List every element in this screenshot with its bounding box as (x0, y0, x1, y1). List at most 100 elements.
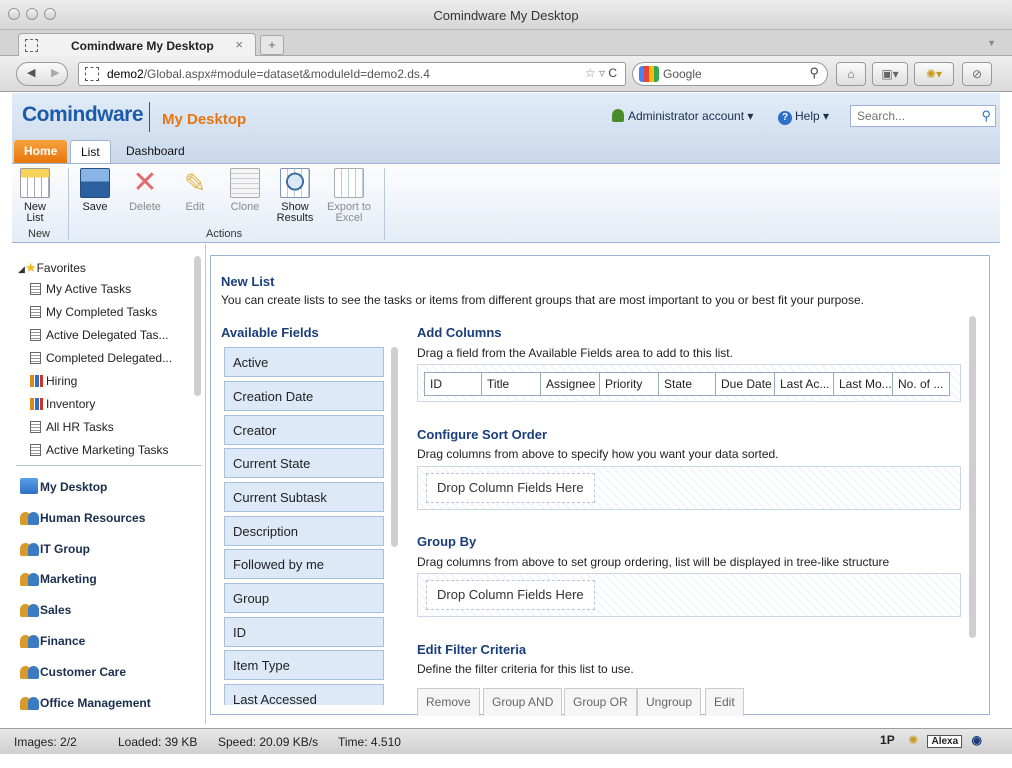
module-sales[interactable]: Sales (20, 599, 71, 621)
show-results-icon (280, 168, 310, 198)
column-header[interactable]: Last Ac... (774, 372, 834, 396)
column-header[interactable]: State (658, 372, 716, 396)
save-button[interactable]: Save (74, 168, 116, 213)
ungroup-button[interactable]: Ungroup (637, 688, 702, 716)
ribbon-tabs: Home List Dashboard (12, 137, 1000, 163)
field-item[interactable]: Followed by me (224, 549, 384, 579)
favorites-header[interactable]: ◢★Favorites (18, 260, 86, 276)
export-excel-button[interactable]: Export to Excel (326, 168, 372, 224)
url-text[interactable]: demo2/Global.aspx#module=dataset&moduleI… (107, 67, 430, 81)
favorite-item[interactable]: Active Delegated Tas... (30, 324, 194, 346)
module-human-resources[interactable]: Human Resources (20, 507, 145, 529)
remove-button[interactable]: Remove (417, 688, 480, 716)
favorite-item[interactable]: My Completed Tasks (30, 301, 194, 323)
filter-criteria-description: Define the filter criteria for this list… (417, 662, 634, 676)
field-item[interactable]: Current State (224, 448, 384, 478)
bookmark-star-icon[interactable]: ☆ (585, 66, 596, 80)
field-item[interactable]: Creation Date (224, 381, 384, 411)
group-people-icon (20, 540, 40, 556)
search-icon[interactable]: ⚲ (981, 108, 991, 124)
group-and-button[interactable]: Group AND (483, 688, 563, 716)
tab-dashboard[interactable]: Dashboard (116, 140, 195, 163)
add-columns-description: Drag a field from the Available Fields a… (417, 346, 733, 360)
search-bar[interactable]: Google ⚲ (632, 62, 828, 86)
column-header[interactable]: Title (481, 372, 541, 396)
module-customer-care[interactable]: Customer Care (20, 661, 126, 683)
alexa-icon[interactable]: Alexa (927, 735, 963, 748)
reload-icon[interactable]: C (608, 66, 617, 80)
field-item[interactable]: Current Subtask (224, 482, 384, 512)
columns-drop-area[interactable]: ID Title Assignee Priority State Due Dat… (417, 364, 961, 402)
delete-button[interactable]: ✕ Delete (124, 168, 166, 213)
app-search-input[interactable] (851, 106, 971, 126)
sort-drop-area[interactable]: Drop Column Fields Here (417, 466, 961, 510)
extension-gear-icon[interactable]: ✺ (908, 733, 918, 747)
tools-button[interactable]: ⊘ (962, 62, 992, 86)
page-title: New List (221, 274, 275, 289)
column-header[interactable]: Priority (599, 372, 659, 396)
favorite-item[interactable]: Active Marketing Tasks (30, 439, 194, 461)
bookmarks-button[interactable]: ▣▾ (872, 62, 908, 86)
list-icon (30, 329, 41, 341)
tab-close-icon[interactable]: × (235, 37, 243, 52)
browser-tab[interactable]: Comindware My Desktop × (18, 33, 256, 57)
url-bar[interactable]: demo2/Global.aspx#module=dataset&moduleI… (78, 62, 626, 86)
status-bar: Images: 2/2 Loaded: 39 KB Speed: 20.09 K… (0, 728, 1012, 754)
search-icon[interactable]: ⚲ (809, 65, 819, 81)
google-logo-icon[interactable] (639, 66, 659, 82)
extension-button[interactable]: ✺▾ (914, 62, 954, 86)
home-button[interactable]: ⌂ (836, 62, 866, 86)
help-menu[interactable]: ? Help ▾ (778, 109, 829, 125)
favorites-scrollbar[interactable] (194, 256, 201, 396)
favorite-item[interactable]: Hiring (30, 370, 194, 392)
module-finance[interactable]: Finance (20, 630, 85, 652)
column-header[interactable]: Assignee (540, 372, 600, 396)
favorite-item[interactable]: My Active Tasks (30, 278, 194, 300)
field-item[interactable]: Last Accessed (224, 684, 384, 705)
field-item[interactable]: Group (224, 583, 384, 613)
field-item[interactable]: ID (224, 617, 384, 647)
module-it-group[interactable]: IT Group (20, 538, 90, 560)
field-item[interactable]: Description (224, 516, 384, 546)
field-item[interactable]: Active (224, 347, 384, 377)
edit-button[interactable]: ✎ Edit (174, 168, 216, 213)
addon-badge-icon[interactable]: ◉ (972, 733, 982, 747)
clone-button[interactable]: Clone (224, 168, 266, 213)
group-or-button[interactable]: Group OR (564, 688, 637, 716)
favorite-item[interactable]: Inventory (30, 393, 194, 415)
module-marketing[interactable]: Marketing (20, 568, 97, 590)
forward-icon[interactable]: ▶ (51, 66, 59, 79)
show-results-button[interactable]: Show Results (274, 168, 316, 224)
group-people-icon (20, 570, 40, 586)
field-item[interactable]: Item Type (224, 650, 384, 680)
available-fields-list: Active Creation Date Creator Current Sta… (222, 345, 402, 705)
user-menu[interactable]: Administrator account ▾ (612, 109, 753, 123)
expand-triangle-icon[interactable]: ◢ (18, 264, 25, 274)
favorite-item[interactable]: Completed Delegated... (30, 347, 194, 369)
column-header[interactable]: Last Mo... (833, 372, 893, 396)
module-my-desktop[interactable]: My Desktop (20, 476, 107, 498)
logo[interactable]: Comindware (22, 103, 144, 127)
main-scrollbar[interactable] (969, 316, 976, 638)
new-tab-button[interactable]: + (260, 35, 284, 55)
edit-filter-button[interactable]: Edit (705, 688, 744, 716)
column-header[interactable]: ID (424, 372, 482, 396)
column-header[interactable]: No. of ... (892, 372, 950, 396)
tab-list-chevron-icon[interactable]: ▼ (987, 38, 996, 48)
new-list-button[interactable]: New List (14, 168, 56, 224)
ribbon-divider (68, 168, 69, 240)
column-header[interactable]: Due Date (715, 372, 775, 396)
tab-list[interactable]: List (70, 140, 111, 163)
left-navigation: ◢★Favorites My Active Tasks My Completed… (12, 244, 206, 724)
module-office-management[interactable]: Office Management (20, 692, 151, 714)
group-drop-area[interactable]: Drop Column Fields Here (417, 573, 961, 617)
field-item[interactable]: Creator (224, 415, 384, 445)
tab-home[interactable]: Home (14, 140, 68, 163)
dropdown-chevron-icon[interactable]: ▿ (599, 66, 605, 80)
onepassword-icon[interactable]: 1P (880, 733, 895, 747)
fields-scrollbar[interactable] (391, 347, 398, 547)
add-columns-title: Add Columns (417, 325, 502, 340)
favorite-item[interactable]: All HR Tasks (30, 416, 194, 438)
back-icon[interactable]: ◀ (27, 66, 35, 79)
status-speed: Speed: 20.09 KB/s (218, 735, 319, 749)
